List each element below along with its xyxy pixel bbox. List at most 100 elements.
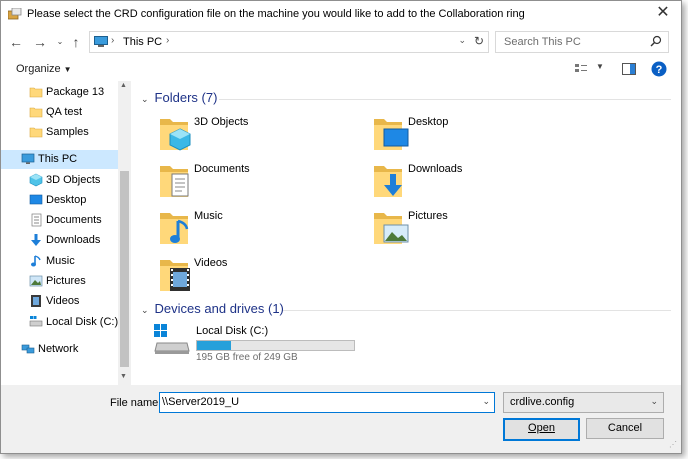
- preview-pane-icon[interactable]: [622, 62, 636, 76]
- folder-tile[interactable]: Videos: [156, 254, 356, 298]
- collapse-chevron-icon[interactable]: ⌄: [141, 305, 149, 315]
- command-bar: Organize ▼ ▼ ?: [1, 57, 681, 81]
- group-divider: [283, 310, 671, 311]
- nav-item[interactable]: Downloads: [1, 231, 118, 250]
- folder-tile[interactable]: Pictures: [370, 207, 570, 251]
- folder-label: Pictures: [408, 210, 448, 222]
- 3d-objects-folder-icon: [160, 119, 191, 151]
- nav-item[interactable]: Local Disk (C:): [1, 313, 118, 332]
- folder-tile[interactable]: Downloads: [370, 160, 570, 204]
- search-box[interactable]: Search This PC: [495, 31, 669, 53]
- nav-item-label: This PC: [38, 153, 78, 165]
- folder-tile[interactable]: Desktop: [370, 113, 570, 157]
- nav-item[interactable]: Videos: [1, 292, 118, 311]
- nav-item[interactable]: This PC: [1, 150, 118, 169]
- organize-button[interactable]: Organize ▼: [16, 63, 72, 75]
- computer-icon: [94, 36, 108, 47]
- local-disk-tile[interactable]: Local Disk (C:) 195 GB free of 249 GB: [153, 321, 383, 365]
- chevron-down-icon[interactable]: ⌄: [458, 35, 466, 46]
- change-view-icon[interactable]: [574, 62, 588, 76]
- scroll-down-icon[interactable]: ▼: [120, 373, 127, 380]
- music-icon: [31, 255, 41, 267]
- up-arrow-icon[interactable]: ↑: [67, 33, 85, 51]
- nav-item-label: Downloads: [46, 234, 101, 246]
- breadcrumb-separator-icon[interactable]: ›: [166, 35, 169, 46]
- folder-label: Downloads: [408, 163, 463, 175]
- desktop-icon: [29, 194, 43, 205]
- music-folder-icon: [160, 213, 189, 244]
- dialog-footer: File name: ⌄ crdlive.config ⌄ Open Cance…: [1, 385, 681, 453]
- forward-arrow-icon[interactable]: →: [31, 33, 49, 51]
- navigation-pane: Network Local Disk (C:) Videos Pictures Musi…: [1, 81, 131, 385]
- 3d-objects-icon: [29, 173, 43, 187]
- nav-item[interactable]: Documents: [1, 211, 118, 230]
- nav-item[interactable]: Pictures: [1, 272, 118, 291]
- drive-usage-bar: [196, 340, 355, 351]
- open-button-label: Open: [528, 422, 555, 434]
- drive-free-space: 195 GB free of 249 GB: [196, 352, 298, 363]
- nav-item-label: Documents: [46, 214, 102, 226]
- devices-group-header[interactable]: ⌄ Devices and drives (1): [141, 301, 284, 316]
- videos-icon: [31, 295, 41, 307]
- nav-item-label: 3D Objects: [46, 174, 101, 186]
- file-type-filter[interactable]: crdlive.config ⌄: [503, 392, 664, 413]
- resize-grip-icon[interactable]: ⋰: [669, 440, 677, 449]
- pictures-icon: [29, 275, 43, 287]
- address-bar[interactable]: › This PC › ⌄ ↻: [89, 31, 489, 53]
- folders-group-header[interactable]: ⌄ Folders (7): [141, 90, 217, 105]
- back-arrow-icon[interactable]: ←: [7, 33, 25, 51]
- nav-item[interactable]: Network: [1, 340, 118, 359]
- help-icon[interactable]: ?: [651, 61, 667, 77]
- close-icon[interactable]: ✕: [655, 5, 671, 21]
- chevron-down-icon[interactable]: ⌄: [650, 396, 658, 407]
- folders-header-label: Folders (7): [154, 90, 218, 105]
- file-list-pane: ⌄ Folders (7) ⌄ Devices and drives (1) Loc…: [131, 81, 681, 385]
- scrollbar-thumb[interactable]: [120, 171, 129, 367]
- search-placeholder: Search This PC: [504, 36, 581, 48]
- nav-item-label: Samples: [46, 126, 89, 138]
- refresh-icon[interactable]: ↻: [474, 34, 484, 48]
- videos-folder-icon: [160, 260, 190, 291]
- nav-item[interactable]: Music: [1, 252, 118, 271]
- filename-combobox[interactable]: ⌄: [159, 392, 495, 413]
- documents-folder-icon: [160, 166, 189, 197]
- folder-icon: [29, 87, 43, 98]
- open-button[interactable]: Open: [503, 418, 580, 441]
- nav-item-label: Local Disk (C:): [46, 316, 119, 328]
- devices-header-label: Devices and drives (1): [154, 301, 284, 316]
- file-open-dialog: Please select the CRD configuration file…: [0, 0, 682, 454]
- folder-icon: [29, 127, 43, 138]
- nav-item-label: Music: [46, 255, 75, 267]
- nav-item[interactable]: Desktop: [1, 191, 118, 210]
- nav-item[interactable]: 3D Objects: [1, 171, 118, 190]
- documents-icon: [31, 213, 42, 227]
- breadcrumb-this-pc[interactable]: This PC: [123, 36, 162, 48]
- scroll-up-icon[interactable]: ▲: [120, 82, 127, 89]
- computer-icon: [21, 153, 35, 164]
- drive-usage-fill: [197, 341, 232, 350]
- view-options-chevron-icon[interactable]: ▼: [596, 62, 604, 71]
- network-icon: [21, 344, 35, 354]
- nav-item-label: Desktop: [46, 194, 87, 206]
- group-divider: [219, 99, 671, 100]
- nav-item-label: Pictures: [46, 275, 86, 287]
- folder-tile[interactable]: 3D Objects: [156, 113, 356, 157]
- nav-item[interactable]: QA test: [1, 103, 118, 122]
- folder-icon: [29, 107, 43, 118]
- folder-label: Documents: [194, 163, 250, 175]
- chevron-down-icon[interactable]: ⌄: [482, 396, 490, 407]
- folder-tile[interactable]: Music: [156, 207, 356, 251]
- cancel-button[interactable]: Cancel: [586, 418, 664, 439]
- folder-label: Desktop: [408, 116, 449, 128]
- search-icon[interactable]: [650, 35, 662, 47]
- collapse-chevron-icon[interactable]: ⌄: [141, 94, 149, 104]
- svg-text:?: ?: [656, 64, 663, 76]
- breadcrumb-separator-icon[interactable]: ›: [111, 35, 114, 46]
- organize-label: Organize: [16, 63, 61, 75]
- folder-tile[interactable]: Documents: [156, 160, 356, 204]
- folder-label: Videos: [194, 257, 228, 269]
- nav-item[interactable]: Samples: [1, 123, 118, 142]
- navigation-scrollbar[interactable]: ▲ ▼: [118, 81, 131, 385]
- filename-input[interactable]: [162, 394, 472, 410]
- nav-item[interactable]: Package 13: [1, 83, 118, 102]
